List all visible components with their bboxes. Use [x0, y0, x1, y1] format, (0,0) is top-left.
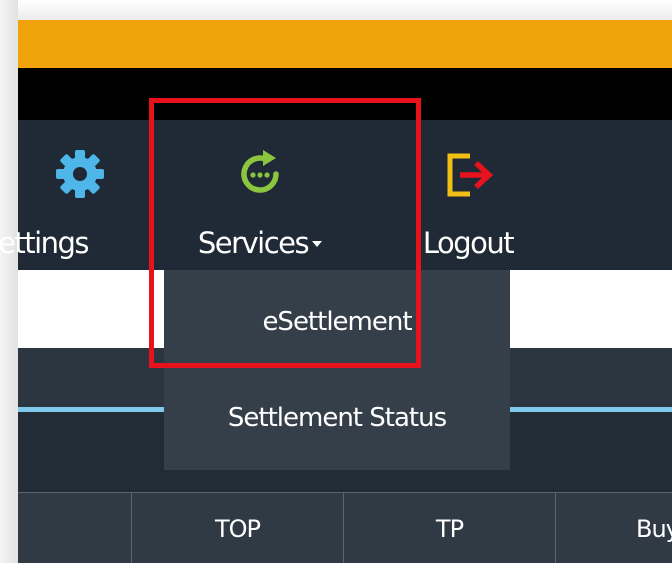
- services-label-text: Services: [197, 226, 310, 260]
- screenshot-shadow-left: [0, 0, 18, 563]
- table-header-cell[interactable]: TP: [344, 493, 556, 563]
- app-window: ettings Services Logout TOP TP Bu eSettl…: [0, 0, 672, 563]
- table-header-row: TOP TP Buy: [18, 492, 672, 563]
- chevron-down-icon: [312, 241, 323, 247]
- top-banner: [18, 20, 672, 68]
- nav-item-label: Logout: [422, 226, 515, 260]
- nav-item-label: Services: [176, 226, 344, 260]
- nav-item-settings[interactable]: ettings: [0, 120, 140, 270]
- menu-item-esettlement[interactable]: eSettlement: [164, 274, 510, 370]
- nav-item-label: ettings: [0, 226, 90, 260]
- gear-icon: [56, 150, 104, 198]
- screenshot-shadow-top: [0, 0, 672, 20]
- table-header-cell[interactable]: Buy: [556, 493, 672, 563]
- nav-item-services[interactable]: Services: [176, 120, 344, 270]
- table-header-cell[interactable]: TOP: [132, 493, 344, 563]
- menu-item-settlement-status[interactable]: Settlement Status: [164, 368, 510, 468]
- services-dropdown-menu: eSettlement Settlement Status: [164, 270, 510, 470]
- header-bar: [18, 68, 672, 120]
- refresh-dots-icon: [241, 150, 279, 193]
- logout-icon: [447, 153, 494, 197]
- main-nav: ettings Services Logout: [0, 120, 672, 270]
- nav-item-logout[interactable]: Logout: [398, 120, 538, 270]
- table-header-cell[interactable]: [18, 493, 132, 563]
